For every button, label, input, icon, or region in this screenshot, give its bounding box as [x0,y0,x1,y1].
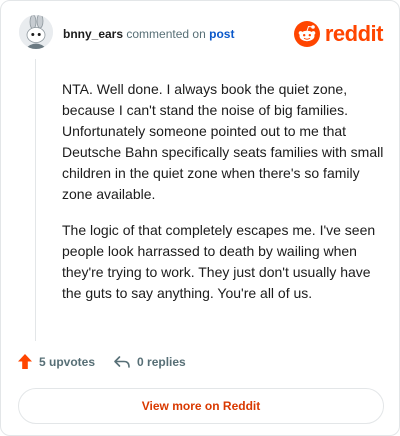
upvote-count: 5 upvotes [39,354,96,369]
comment-paragraph: NTA. Well done. I always book the quiet … [62,81,384,202]
thread-line [35,59,36,341]
post-link[interactable]: post [209,27,234,41]
reddit-logo[interactable]: reddit [293,21,384,47]
reply-action[interactable]: 0 replies [113,355,186,369]
commented-on-text: commented on [126,27,206,41]
view-more-button[interactable]: View more on Reddit [18,388,384,424]
reply-count: 0 replies [137,354,186,369]
comment-actions: 5 upvotes 0 replies [17,353,186,370]
snoo-avatar-icon [19,15,53,49]
comment-header: bnny_ears commented on post [63,27,234,41]
upvote-action[interactable]: 5 upvotes [17,353,95,370]
reddit-wordmark: reddit [324,21,384,46]
reply-arrow-icon [114,355,130,368]
comment-body: NTA. Well done. I always book the quiet … [62,79,392,319]
embedded-comment-card: bnny_ears commented on post reddit NTA. … [0,0,400,436]
upvote-arrow-icon [18,354,32,369]
username-link[interactable]: bnny_ears [63,27,123,41]
user-avatar[interactable] [19,15,53,49]
reddit-snoo-icon [293,21,320,47]
comment-paragraph: The logic of that completely escapes me.… [62,222,376,301]
